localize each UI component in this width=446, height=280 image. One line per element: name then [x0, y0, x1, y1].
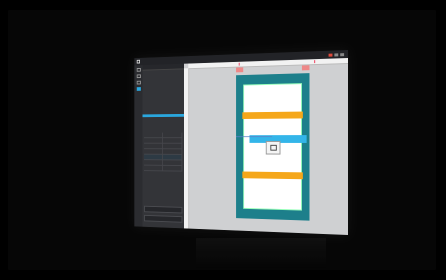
app-window	[134, 50, 348, 235]
property-name	[144, 132, 164, 138]
layers-icon[interactable]	[136, 74, 141, 79]
footer-field[interactable]	[144, 214, 183, 223]
property-grid	[144, 132, 183, 172]
page-margin-marker	[236, 67, 244, 73]
footer-band[interactable]	[242, 171, 303, 180]
barcode-widget-icon[interactable]	[265, 140, 281, 155]
floor-reflection	[196, 238, 326, 268]
record-icon[interactable]	[328, 53, 333, 57]
property-value[interactable]	[163, 138, 183, 143]
property-name	[144, 154, 164, 160]
minimize-button[interactable]	[334, 52, 339, 56]
footer-field[interactable]	[144, 205, 183, 214]
document-canvas[interactable]	[184, 58, 348, 235]
property-value[interactable]	[163, 143, 183, 149]
settings-icon[interactable]	[136, 87, 141, 91]
ruler-marker	[238, 62, 240, 66]
property-value[interactable]	[163, 160, 183, 166]
left-ruler	[184, 68, 190, 229]
table-row[interactable]	[144, 165, 183, 172]
guide-line	[236, 136, 273, 138]
data-icon[interactable]	[136, 80, 141, 85]
element-tree	[142, 69, 184, 103]
close-button[interactable]	[340, 52, 345, 56]
property-value[interactable]	[163, 132, 183, 138]
properties-panel	[142, 63, 185, 229]
property-name	[144, 143, 164, 149]
property-name	[144, 138, 164, 143]
panel-footer	[144, 203, 183, 223]
property-name	[144, 149, 164, 154]
property-name	[144, 165, 164, 171]
property-name	[144, 160, 164, 165]
page-content-area[interactable]	[242, 83, 307, 211]
property-value[interactable]	[163, 149, 183, 154]
document-page[interactable]	[236, 65, 310, 221]
property-value[interactable]	[163, 165, 183, 171]
tree-node[interactable]	[145, 99, 184, 103]
selected-tree-item[interactable]	[142, 113, 185, 118]
page-icon[interactable]	[136, 67, 141, 72]
app-logo-icon	[136, 59, 141, 64]
page-margin-marker	[301, 65, 310, 71]
property-value[interactable]	[163, 154, 183, 160]
ruler-marker	[314, 60, 316, 64]
stage	[0, 0, 446, 280]
window-controls	[328, 52, 345, 57]
left-icon-rail	[134, 65, 143, 227]
header-band[interactable]	[242, 111, 303, 119]
